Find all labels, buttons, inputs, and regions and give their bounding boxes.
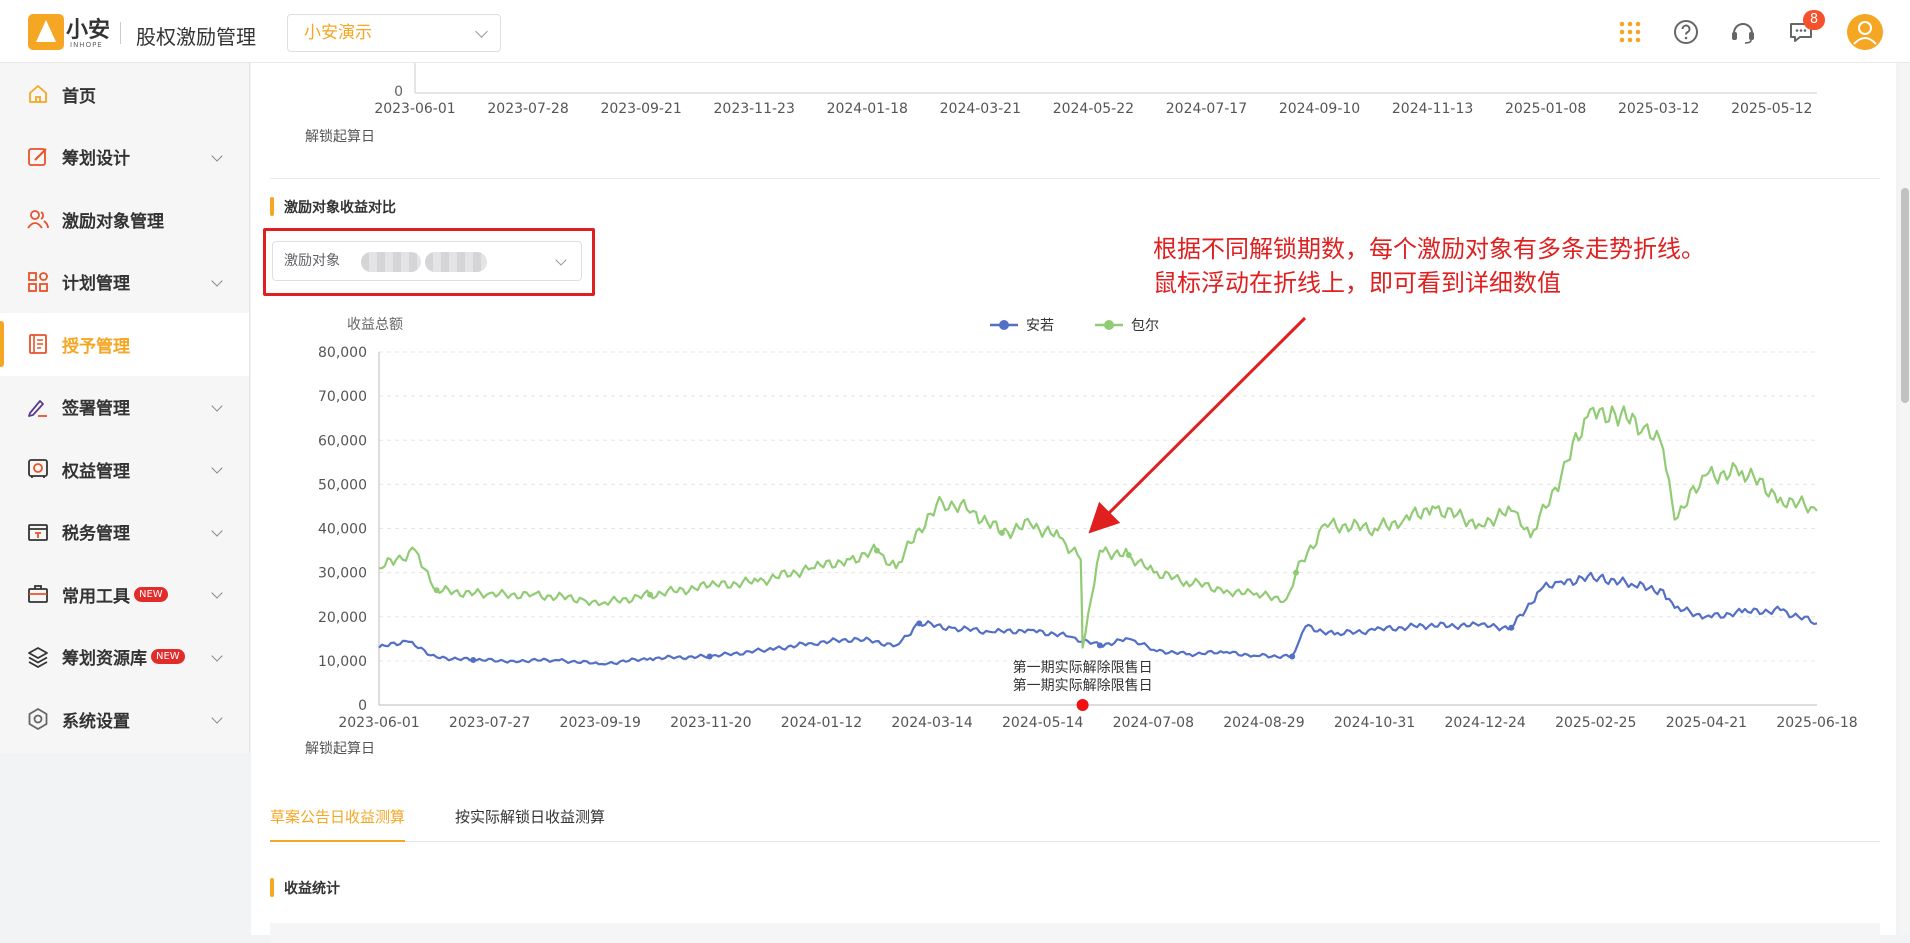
legend-swatch-dot [999, 320, 1009, 330]
unlock-date-marker[interactable] [1076, 699, 1089, 711]
stats-section-title: 收益统计 [270, 878, 340, 898]
x-tick-label: 2023-11-20 [670, 715, 751, 731]
x-tick-label: 2025-06-18 [1776, 715, 1857, 731]
x-tick-label: 2024-05-14 [1002, 715, 1083, 731]
tab-draft-announcement[interactable]: 草案公告日收益测算 [270, 806, 405, 842]
scrollbar-thumb[interactable] [1901, 188, 1909, 403]
x-tick-label: 2023-09-19 [560, 715, 641, 731]
page-scrollbar[interactable] [1900, 63, 1910, 935]
unlock-date-label: 第一期实际解除限售日 [1013, 659, 1153, 676]
x-tick-label: 2023-07-27 [449, 715, 530, 731]
y-tick-label: 70,000 [318, 389, 367, 405]
x-tick-label: 2024-12-24 [1444, 715, 1525, 731]
calculation-tabs: 草案公告日收益测算 按实际解锁日收益测算 [270, 806, 1880, 842]
unlock-date-label: 第一期实际解除限售日 [1013, 677, 1153, 694]
y-tick-label: 50,000 [318, 477, 367, 493]
series-point[interactable] [998, 529, 1005, 536]
y-tick-label: 20,000 [318, 610, 367, 626]
x-tick-label: 2024-08-29 [1223, 715, 1304, 731]
annotation-arrow [1088, 316, 1307, 534]
y-tick-label: 0 [358, 698, 367, 714]
series-point[interactable] [647, 591, 654, 598]
y-tick-label: 40,000 [318, 522, 367, 538]
series-point[interactable] [1508, 624, 1515, 631]
series-point[interactable] [1289, 653, 1296, 660]
x-tick-label: 2024-01-12 [781, 715, 862, 731]
tab-actual-unlock[interactable]: 按实际解锁日收益测算 [455, 806, 605, 842]
legend-swatch-dot [1104, 320, 1114, 330]
series-point[interactable] [470, 656, 477, 663]
x-tick-label: 2025-04-21 [1666, 715, 1747, 731]
series-line-anruo[interactable] [378, 571, 1818, 666]
x-tick-label: 2024-10-31 [1334, 715, 1415, 731]
chart-y-axis-title: 收益总额 [347, 317, 403, 333]
chart-x-axis-title: 解锁起算日 [305, 741, 375, 757]
x-tick-label: 2024-03-14 [891, 715, 972, 731]
series-point[interactable] [1125, 551, 1132, 558]
series-point[interactable] [433, 587, 440, 594]
x-tick-label: 2024-07-08 [1113, 715, 1194, 731]
series-line-baoer[interactable] [379, 405, 1818, 649]
series-point[interactable] [1096, 642, 1103, 649]
series-point[interactable] [916, 620, 923, 627]
y-tick-label: 10,000 [318, 654, 367, 670]
legend-label[interactable]: 包尔 [1131, 318, 1159, 334]
series-point[interactable] [706, 653, 713, 660]
x-tick-label: 2023-06-01 [338, 715, 419, 731]
x-tick-label: 2025-02-25 [1555, 715, 1636, 731]
income-comparison-chart: 收益总额 安若 包尔 0 10,000 20,000 30,000 40,000 50,00… [305, 316, 1858, 757]
series-point[interactable] [873, 547, 880, 554]
stats-panel [270, 923, 1880, 943]
legend-label[interactable]: 安若 [1026, 318, 1054, 334]
y-tick-label: 80,000 [318, 345, 367, 361]
series-point[interactable] [1293, 569, 1300, 576]
y-tick-label: 60,000 [318, 433, 367, 449]
y-tick-label: 30,000 [318, 566, 367, 582]
